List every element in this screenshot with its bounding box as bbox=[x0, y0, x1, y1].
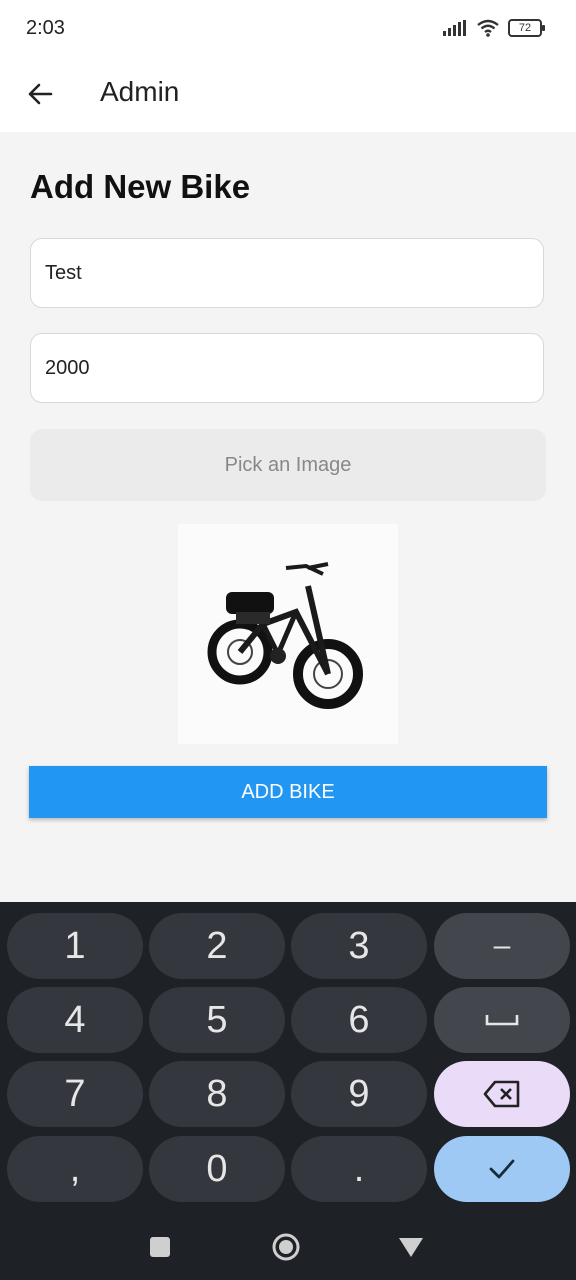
key-3[interactable]: 3 bbox=[291, 913, 427, 979]
page-title: Add New Bike bbox=[30, 168, 251, 205]
key-period[interactable]: . bbox=[291, 1136, 427, 1202]
add-bike-form: Add New Bike Test 2000 Pick an Image ADD… bbox=[0, 132, 576, 902]
key-comma[interactable]: , bbox=[7, 1136, 143, 1202]
pick-image-label: Pick an Image bbox=[224, 453, 352, 476]
app-bar: Admin bbox=[0, 58, 576, 132]
key-minus[interactable]: – bbox=[434, 913, 570, 979]
key-0[interactable]: 0 bbox=[149, 1136, 285, 1202]
pick-image-button[interactable]: Pick an Image bbox=[30, 429, 546, 501]
status-time: 2:03 bbox=[26, 17, 65, 39]
add-bike-button[interactable]: ADD BIKE bbox=[29, 766, 547, 818]
key-space[interactable] bbox=[434, 987, 570, 1053]
key-4[interactable]: 4 bbox=[7, 987, 143, 1053]
signal-icon bbox=[443, 20, 466, 36]
battery-icon: 72 bbox=[508, 19, 545, 37]
app-title: Admin bbox=[100, 76, 180, 107]
bike-name-value: Test bbox=[45, 261, 82, 284]
status-bar: 2:03 72 bbox=[0, 0, 576, 58]
key-backspace[interactable] bbox=[434, 1061, 570, 1127]
key-9[interactable]: 9 bbox=[291, 1061, 427, 1127]
back-nav-button[interactable] bbox=[396, 1232, 426, 1262]
bike-price-value: 2000 bbox=[45, 356, 90, 379]
recents-button[interactable] bbox=[145, 1232, 175, 1262]
arrow-left-icon bbox=[28, 83, 53, 105]
status-icons: 72 bbox=[442, 19, 545, 37]
home-button[interactable] bbox=[271, 1232, 301, 1262]
battery-level: 72 bbox=[518, 22, 532, 34]
key-6[interactable]: 6 bbox=[291, 987, 427, 1053]
space-icon bbox=[485, 1015, 519, 1026]
bike-image bbox=[207, 562, 363, 709]
wifi-icon bbox=[477, 19, 499, 37]
add-bike-label: ADD BIKE bbox=[241, 780, 335, 803]
key-5[interactable]: 5 bbox=[149, 987, 285, 1053]
back-button[interactable] bbox=[20, 74, 60, 114]
key-2[interactable]: 2 bbox=[149, 913, 285, 979]
key-8[interactable]: 8 bbox=[149, 1061, 285, 1127]
key-1[interactable]: 1 bbox=[7, 913, 143, 979]
system-nav-bar bbox=[0, 1212, 576, 1280]
backspace-icon bbox=[483, 1080, 520, 1108]
circle-icon bbox=[272, 1233, 300, 1261]
bike-image-preview bbox=[178, 524, 398, 744]
bike-name-field[interactable]: Test bbox=[30, 238, 544, 308]
numeric-keyboard: 1 2 3 – 4 5 6 7 8 9 , 0 . bbox=[0, 902, 576, 1212]
triangle-down-icon bbox=[399, 1238, 423, 1257]
key-done[interactable] bbox=[434, 1136, 570, 1202]
checkmark-icon bbox=[489, 1159, 515, 1179]
square-icon bbox=[150, 1237, 170, 1257]
key-7[interactable]: 7 bbox=[7, 1061, 143, 1127]
bike-price-field[interactable]: 2000 bbox=[30, 333, 544, 403]
